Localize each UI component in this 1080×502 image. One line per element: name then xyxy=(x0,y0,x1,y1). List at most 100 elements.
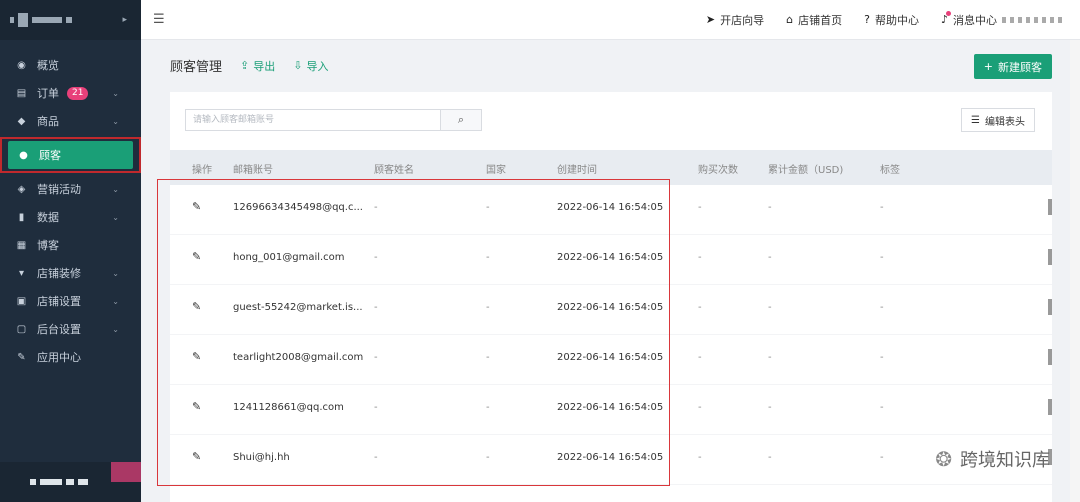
row-overflow-marker xyxy=(1048,349,1052,365)
sidebar-footer xyxy=(0,462,141,502)
export-button[interactable]: ⇪ 导出 xyxy=(240,58,275,74)
sidebar-item[interactable]: ◆ 商品 ⌄ xyxy=(0,107,141,135)
sidebar-item[interactable]: ▤ 订单 21 ⌄ xyxy=(0,79,141,107)
import-button[interactable]: ⇩ 导入 xyxy=(293,58,328,74)
top-link[interactable]: ➤ 开店向导 xyxy=(706,12,764,28)
edit-pencil-icon[interactable]: ✎ xyxy=(192,450,201,463)
cell-created: 2022-06-14 16:54:05 xyxy=(557,402,664,413)
cell-email: hong_001@gmail.com xyxy=(233,252,345,263)
sidebar-item[interactable]: ◈ 营销活动 ⌄ xyxy=(0,175,141,203)
sidebar-item-label: 店铺设置 xyxy=(37,295,81,308)
product-icon: ◆ xyxy=(17,115,26,127)
edit-pencil-icon[interactable]: ✎ xyxy=(192,200,201,213)
watermark: ❂ 跨境知识库 xyxy=(935,446,1050,472)
cell-created: 2022-06-14 16:54:05 xyxy=(557,202,664,213)
cell-email: tearlight2008@gmail.com xyxy=(233,352,364,363)
cell-name: - xyxy=(374,452,378,463)
cell-created: 2022-06-14 16:54:05 xyxy=(557,252,664,263)
new-customer-button[interactable]: + 新建顾客 xyxy=(973,54,1052,79)
row-overflow-marker xyxy=(1048,399,1052,415)
download-icon: ⇩ xyxy=(293,59,303,72)
customer-table-card: ⌕ ☰ 编辑表头 操作 邮箱账号 顾客姓名 国家 创建时间 购买次数 累计金额（… xyxy=(170,92,1052,502)
sidebar-item[interactable]: ▾ 店铺装修 ⌄ xyxy=(0,259,141,287)
chevron-down-icon: ⌄ xyxy=(112,296,119,306)
chevron-down-icon: ⌄ xyxy=(112,116,119,126)
top-bar: ☰ ➤ 开店向导 ⌂ 店铺首页? 帮助中心 ♪ 消息中心 xyxy=(141,0,1080,40)
top-link-label: 店铺首页 xyxy=(798,13,843,27)
cell-name: - xyxy=(374,352,378,363)
sidebar-item[interactable]: ▢ 后台设置 ⌄ xyxy=(0,315,141,343)
sidebar-item[interactable]: ✎ 应用中心 xyxy=(0,343,141,371)
sidebar-item-label: 商品 xyxy=(37,115,59,128)
cell-orders: - xyxy=(698,352,702,363)
edit-columns-label: 编辑表头 xyxy=(985,116,1025,128)
cell-tags: - xyxy=(880,402,884,413)
new-customer-label: 新建顾客 xyxy=(998,60,1042,74)
blog-icon: ▦ xyxy=(16,239,27,251)
notification-dot xyxy=(946,11,951,16)
blurred-username xyxy=(1002,16,1062,23)
sliders-icon: ☰ xyxy=(971,114,980,126)
column-header-created: 创建时间 xyxy=(557,165,597,176)
sidebar-item[interactable]: ▣ 店铺设置 ⌄ xyxy=(0,287,141,315)
chevron-right-icon[interactable]: ▸ xyxy=(122,15,127,25)
help-icon: ? xyxy=(864,13,870,26)
cell-created: 2022-06-14 16:54:05 xyxy=(557,302,664,313)
sidebar-item[interactable]: ▮ 数据 ⌄ xyxy=(0,203,141,231)
scrollbar[interactable] xyxy=(1070,40,1080,502)
cell-amount: - xyxy=(768,452,772,463)
top-link[interactable]: ♪ 消息中心 xyxy=(941,11,1062,28)
column-header-email: 邮箱账号 xyxy=(233,165,273,176)
import-label: 导入 xyxy=(306,59,329,73)
sidebar-item-label: 订单 xyxy=(37,87,59,100)
cell-amount: - xyxy=(768,252,772,263)
search-button[interactable]: ⌕ xyxy=(440,110,481,130)
export-label: 导出 xyxy=(253,59,276,73)
bell-icon: ♪ xyxy=(941,11,951,26)
table-row: ✎ hong_001@gmail.com - - 2022-06-14 16:54:05… xyxy=(170,235,1052,285)
sidebar-item-label: 概览 xyxy=(37,59,59,72)
home-icon: ⌂ xyxy=(786,13,794,26)
top-link-label: 帮助中心 xyxy=(874,13,919,27)
cell-tags: - xyxy=(880,202,884,213)
sidebar-item-label: 店铺装修 xyxy=(37,267,81,280)
cell-name: - xyxy=(374,402,378,413)
chevron-down-icon: ⌄ xyxy=(112,212,119,222)
cell-orders: - xyxy=(698,402,702,413)
menu-toggle-icon[interactable]: ☰ xyxy=(153,12,165,27)
edit-columns-button[interactable]: ☰ 编辑表头 xyxy=(961,108,1035,132)
cell-country: - xyxy=(486,452,490,463)
edit-pencil-icon[interactable]: ✎ xyxy=(192,250,201,263)
search-input[interactable] xyxy=(186,110,440,130)
store-logo[interactable]: ▸ xyxy=(0,0,141,40)
edit-pencil-icon[interactable]: ✎ xyxy=(192,350,201,363)
top-links: ➤ 开店向导 ⌂ 店铺首页? 帮助中心 ♪ 消息中心 xyxy=(706,11,1062,28)
edit-pencil-icon[interactable]: ✎ xyxy=(192,300,201,313)
sidebar-item[interactable]: ● 顾客 xyxy=(8,141,133,169)
edit-pencil-icon[interactable]: ✎ xyxy=(192,400,201,413)
top-link[interactable]: ? 帮助中心 xyxy=(864,12,919,28)
dashboard-icon: ◉ xyxy=(17,59,26,71)
active-item-highlight: ● 顾客 xyxy=(0,137,141,173)
cell-orders: - xyxy=(698,252,702,263)
column-header-name: 顾客姓名 xyxy=(374,165,414,176)
sidebar-item[interactable]: ◉ 概览 xyxy=(0,51,141,79)
column-header-actions: 操作 xyxy=(192,165,212,176)
sidebar-item[interactable]: ▦ 博客 xyxy=(0,231,141,259)
cell-email: guest-55242@market.is... xyxy=(233,302,363,313)
cell-amount: - xyxy=(768,402,772,413)
row-overflow-marker xyxy=(1048,249,1052,265)
column-header-orders: 购买次数 xyxy=(698,165,738,176)
cell-amount: - xyxy=(768,302,772,313)
column-header-country: 国家 xyxy=(486,165,506,176)
upload-icon: ⇪ xyxy=(240,59,250,72)
blurred-store-name xyxy=(10,13,72,27)
user-icon: ● xyxy=(19,149,28,161)
blurred-footer-graphic xyxy=(111,462,141,482)
top-link[interactable]: ⌂ 店铺首页 xyxy=(786,12,842,28)
wrench-icon: ✎ xyxy=(17,351,26,363)
chevron-down-icon: ⌄ xyxy=(112,88,119,98)
cell-created: 2022-06-14 16:54:05 xyxy=(557,352,664,363)
cell-tags: - xyxy=(880,252,884,263)
sidebar-item-label: 后台设置 xyxy=(37,323,81,336)
